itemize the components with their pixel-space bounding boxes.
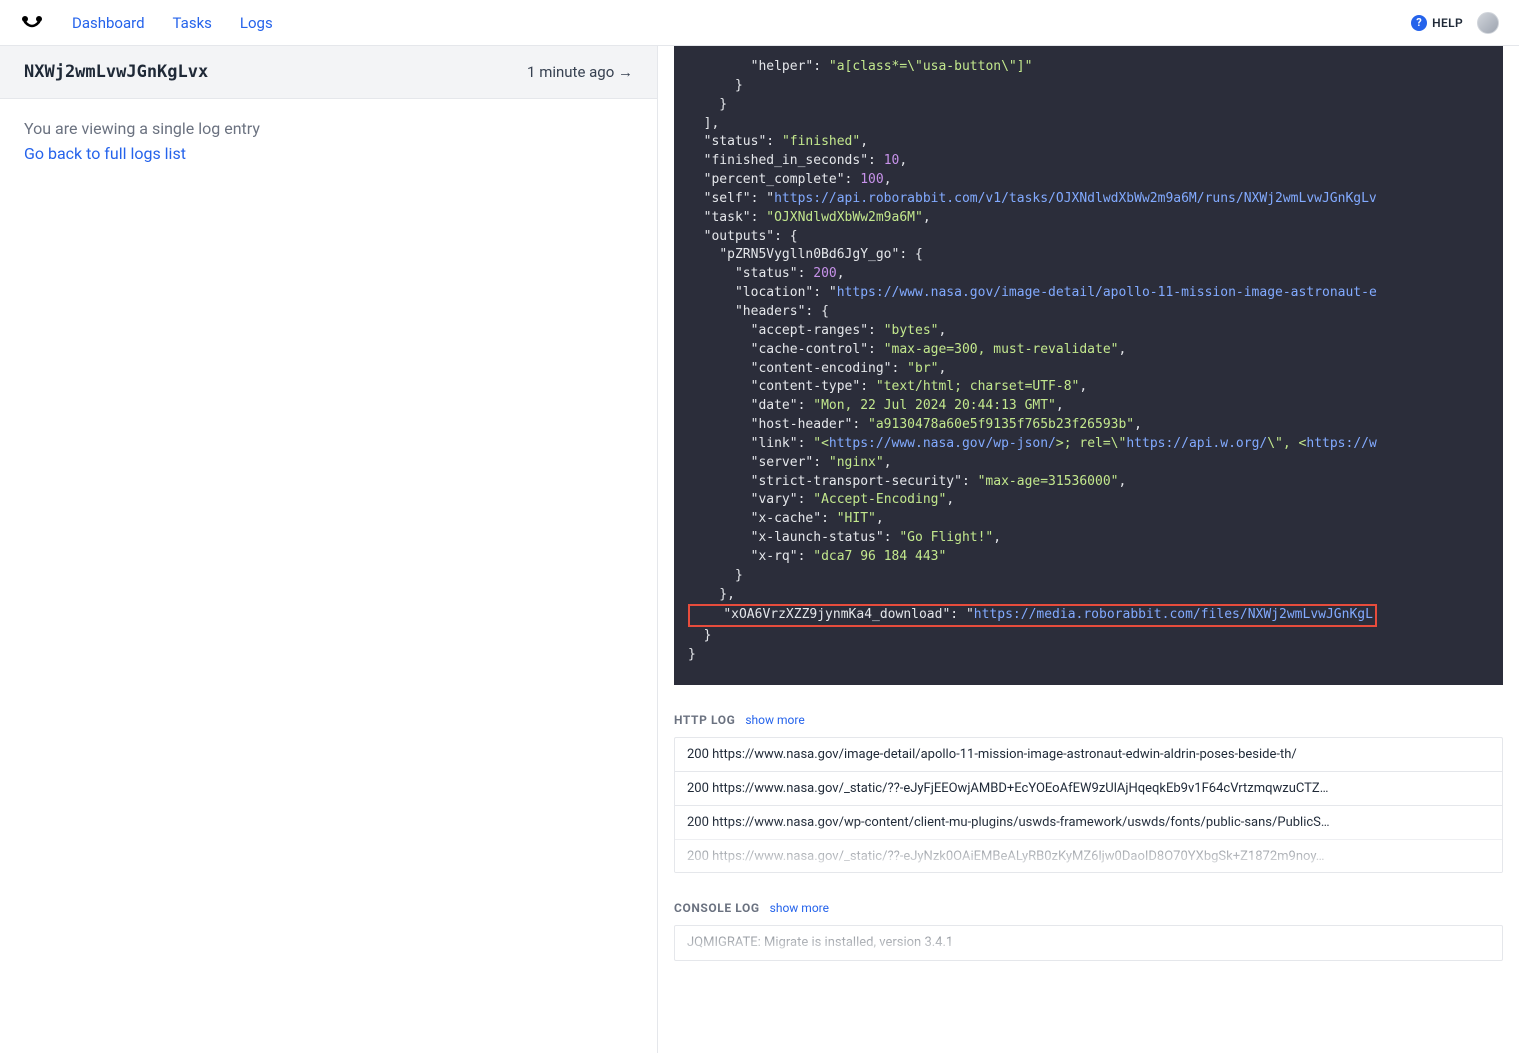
nav-logs[interactable]: Logs — [240, 14, 273, 32]
download-line-highlight: "xOA6VrzXZZ9jynmKa4_download": "https://… — [688, 604, 1377, 627]
http-log-list: 200 https://www.nasa.gov/image-detail/ap… — [674, 737, 1503, 873]
list-item[interactable]: 200 https://www.nasa.gov/_static/??-eJyF… — [675, 772, 1502, 806]
list-item[interactable]: 200 https://www.nasa.gov/_static/??-eJyN… — [675, 840, 1502, 873]
console-log-label: CONSOLE LOG show more — [674, 901, 1503, 915]
nav-tasks[interactable]: Tasks — [173, 14, 212, 32]
list-item[interactable]: 200 https://www.nasa.gov/wp-content/clie… — [675, 806, 1502, 840]
help-button[interactable]: ? HELP — [1411, 15, 1463, 31]
nav-dashboard[interactable]: Dashboard — [72, 14, 145, 32]
right-pane: "helper": "a[class*=\"usa-button\"]" } }… — [658, 46, 1519, 1053]
json-output[interactable]: "helper": "a[class*=\"usa-button\"]" } }… — [674, 46, 1503, 683]
top-nav-left: Dashboard Tasks Logs — [20, 11, 273, 35]
http-log-title: HTTP LOG — [674, 713, 735, 727]
left-pane: NXWj2wmLvwJGnKgLvx 1 minute ago → You ar… — [0, 46, 658, 1053]
console-show-more[interactable]: show more — [770, 901, 829, 915]
single-entry-note: You are viewing a single log entry — [24, 119, 633, 138]
left-body: You are viewing a single log entry Go ba… — [0, 99, 657, 183]
http-log-label: HTTP LOG show more — [674, 713, 1503, 727]
log-id: NXWj2wmLvwJGnKgLvx — [24, 62, 208, 82]
top-nav: Dashboard Tasks Logs ? HELP — [0, 0, 1519, 46]
logo-icon[interactable] — [20, 11, 44, 35]
back-to-logs-link[interactable]: Go back to full logs list — [24, 144, 186, 163]
console-log-list: JQMIGRATE: Migrate is installed, version… — [674, 925, 1503, 961]
log-header: NXWj2wmLvwJGnKgLvx 1 minute ago → — [0, 46, 657, 99]
main: NXWj2wmLvwJGnKgLvx 1 minute ago → You ar… — [0, 46, 1519, 1053]
avatar[interactable] — [1477, 12, 1499, 34]
log-time: 1 minute ago → — [527, 63, 633, 81]
help-label: HELP — [1432, 16, 1463, 30]
top-nav-right: ? HELP — [1411, 12, 1499, 34]
help-icon: ? — [1411, 15, 1427, 31]
console-log-title: CONSOLE LOG — [674, 901, 760, 915]
list-item[interactable]: 200 https://www.nasa.gov/image-detail/ap… — [675, 738, 1502, 772]
http-show-more[interactable]: show more — [745, 713, 804, 727]
list-item[interactable]: JQMIGRATE: Migrate is installed, version… — [675, 926, 1502, 960]
